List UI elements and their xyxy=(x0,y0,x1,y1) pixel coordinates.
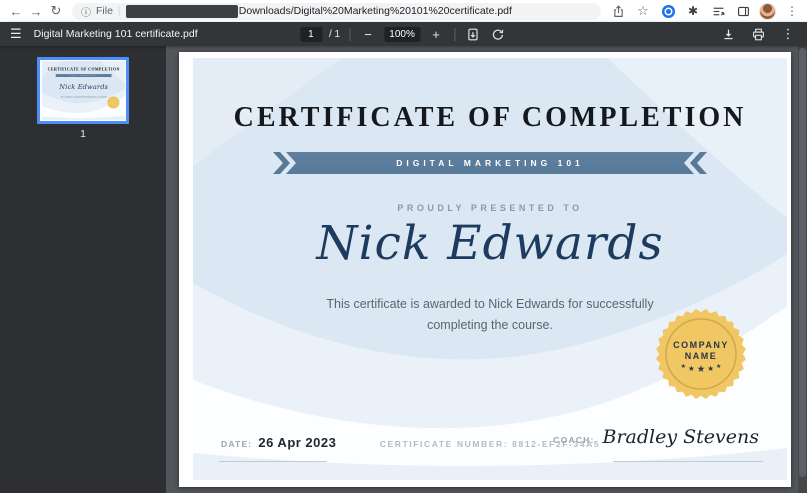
coach-label: COACH: xyxy=(553,435,594,445)
back-button[interactable]: ← xyxy=(6,1,26,21)
page-number-input[interactable]: 1 xyxy=(300,27,322,42)
extension-icon[interactable]: ✱ xyxy=(684,2,702,20)
scrollbar-thumb[interactable] xyxy=(799,48,806,477)
pdf-menu-icon[interactable]: ☰ xyxy=(10,26,22,42)
url-scheme-label: File xyxy=(96,5,113,17)
print-icon[interactable] xyxy=(749,25,767,43)
thumbnail-certificate-preview: CERTIFICATE OF COMPLETION DIGITAL MARKET… xyxy=(40,60,126,121)
url-text: Downloads/Digital%20Marketing%20101%20ce… xyxy=(239,5,512,17)
rotate-icon[interactable] xyxy=(489,25,507,43)
star-icon: ★ xyxy=(681,363,686,371)
reading-list-icon[interactable] xyxy=(709,2,727,20)
pdf-toolbar: ☰ Digital Marketing 101 certificate.pdf … xyxy=(0,22,807,46)
date-underline xyxy=(219,461,327,462)
forward-button[interactable]: → xyxy=(26,1,46,21)
scrollbar-track[interactable] xyxy=(798,46,807,493)
seal-company-line1: COMPANY xyxy=(673,340,729,351)
toolbar-divider xyxy=(349,28,350,41)
certificate-title: CERTIFICATE OF COMPLETION xyxy=(193,102,787,134)
course-ribbon: DIGITAL MARKETING 101 xyxy=(286,152,694,174)
star-icon: ★ xyxy=(716,363,721,371)
thumb-ribbon: DIGITAL MARKETING 101 xyxy=(71,75,97,76)
address-bar[interactable]: ⓘ File | Downloads/Digital%20Marketing%2… xyxy=(72,3,601,20)
share-icon[interactable] xyxy=(609,2,627,20)
download-icon[interactable] xyxy=(719,25,737,43)
coach-underline xyxy=(613,461,763,462)
coach-block: COACH: Bradley Stevens xyxy=(553,426,759,448)
course-name: DIGITAL MARKETING 101 xyxy=(396,158,584,168)
zoom-out-button[interactable]: − xyxy=(359,25,377,43)
reload-button[interactable]: ↻ xyxy=(46,1,66,21)
page-thumbnail[interactable]: CERTIFICATE OF COMPLETION DIGITAL MARKET… xyxy=(37,57,129,124)
thumb-title: CERTIFICATE OF COMPLETION xyxy=(42,67,125,71)
url-redacted-block xyxy=(126,5,238,18)
pdf-viewer-area: CERTIFICATE OF COMPLETION DIGITAL MARKET… xyxy=(166,46,807,493)
seal-stars: ★ ★ ★ ★ ★ xyxy=(681,366,722,374)
browser-toolbar: ← → ↻ ⓘ File | Downloads/Digital%20Marke… xyxy=(0,0,807,22)
coach-signature: Bradley Stevens xyxy=(603,426,760,448)
star-icon: ★ xyxy=(688,365,695,373)
address-separator: | xyxy=(118,5,121,17)
thumb-body: This certificate is awarded to Nick Edwa… xyxy=(42,96,125,99)
browser-menu-icon[interactable]: ⋮ xyxy=(783,2,801,20)
bookmark-star-icon[interactable]: ☆ xyxy=(634,2,652,20)
certificate-number-label: CERTIFICATE NUMBER: xyxy=(380,439,508,449)
thumbnail-page-number: 1 xyxy=(80,128,86,140)
star-icon: ★ xyxy=(697,366,706,374)
certificate-page: CERTIFICATE OF COMPLETION DIGITAL MARKET… xyxy=(179,52,791,487)
toolbar-divider xyxy=(454,28,455,41)
company-seal: COMPANY NAME ★ ★ ★ ★ ★ xyxy=(654,307,748,401)
certificate-panel: CERTIFICATE OF COMPLETION DIGITAL MARKET… xyxy=(193,58,787,480)
thumb-recipient: Nick Edwards xyxy=(42,83,125,91)
page-info-icon[interactable]: ⓘ xyxy=(81,4,91,19)
zoom-in-button[interactable]: + xyxy=(427,25,445,43)
seal-company-line2: NAME xyxy=(685,351,718,362)
presented-label: PROUDLY PRESENTED TO xyxy=(193,203,787,213)
recipient-name: Nick Edwards xyxy=(193,216,787,271)
profile-avatar[interactable] xyxy=(759,3,776,20)
side-panel-icon[interactable] xyxy=(734,2,752,20)
thumbnail-sidebar: CERTIFICATE OF COMPLETION DIGITAL MARKET… xyxy=(0,46,166,493)
zoom-level-input[interactable]: 100% xyxy=(384,27,420,42)
pdf-more-options-icon[interactable]: ⋮ xyxy=(779,25,797,43)
extension-1password-icon[interactable] xyxy=(659,2,677,20)
fit-page-icon[interactable] xyxy=(464,25,482,43)
star-icon: ★ xyxy=(707,365,714,373)
page-count-label: / 1 xyxy=(329,29,340,40)
pdf-document-title: Digital Marketing 101 certificate.pdf xyxy=(34,28,198,40)
